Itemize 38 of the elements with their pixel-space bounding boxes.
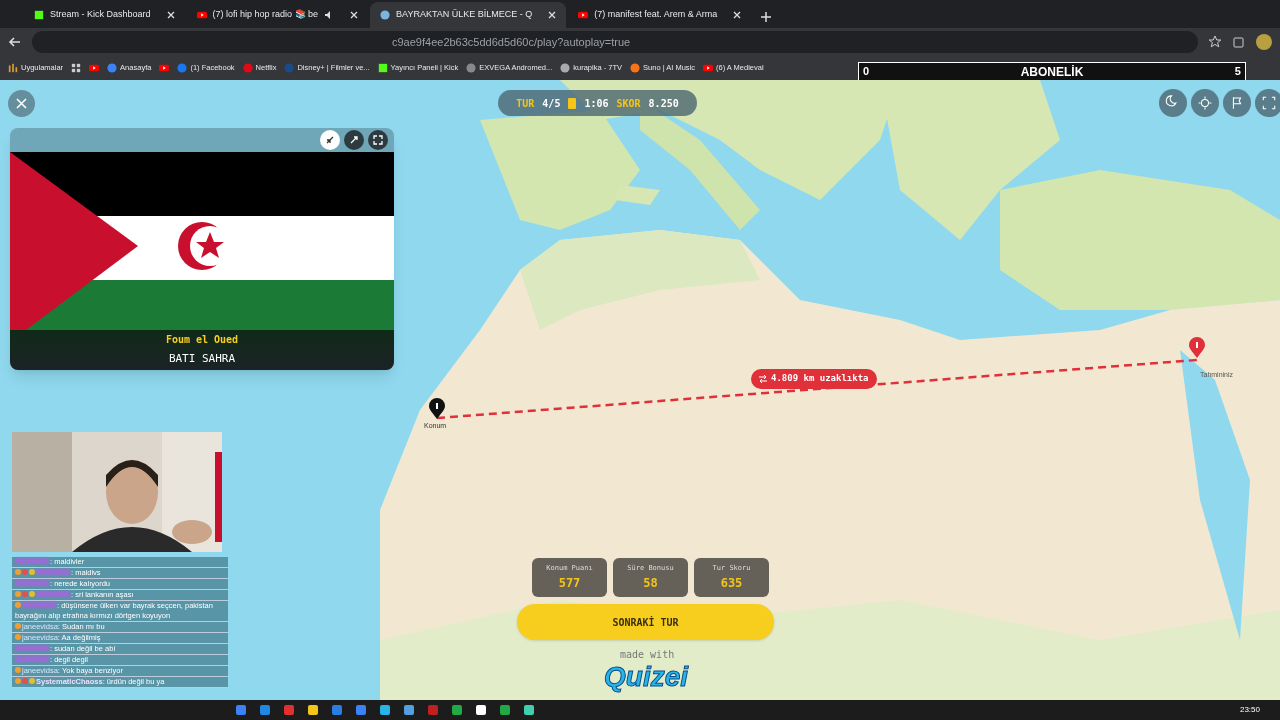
youtube-icon — [578, 10, 589, 20]
back-icon[interactable] — [8, 35, 22, 49]
taskbar-app-icon[interactable] — [236, 705, 246, 715]
taskbar-app-icon[interactable] — [332, 705, 342, 715]
taskbar-app-icon[interactable] — [356, 705, 366, 715]
taskbar-app-icon[interactable] — [260, 705, 270, 715]
taskbar-app-icon[interactable] — [380, 705, 390, 715]
youtube-icon[interactable] — [159, 63, 170, 73]
star-icon[interactable] — [1208, 35, 1222, 49]
subscription-title: ABONELİK — [1020, 63, 1084, 81]
goal-target: 5 — [1234, 64, 1241, 80]
taskbar-app-icon[interactable] — [476, 705, 486, 715]
close-tab-icon[interactable] — [548, 11, 557, 19]
youtube-icon — [703, 63, 714, 73]
taskbar-app-icon[interactable] — [452, 705, 462, 715]
youtube-icon — [196, 10, 207, 20]
browser-tab[interactable]: (7) manifest feat. Arem & Arma — [568, 2, 752, 28]
taskbar-app-icon[interactable] — [524, 705, 534, 715]
taskbar-app-icon[interactable] — [404, 705, 414, 715]
taskbar-app-icon[interactable] — [500, 705, 510, 715]
taskbar-app-icon[interactable] — [428, 705, 438, 715]
browser-tab[interactable]: Stream - Kick Dashboard — [24, 2, 185, 28]
browser-tab[interactable]: (7) lofi hip hop radio 📚 be — [186, 2, 369, 28]
extensions-icon[interactable] — [1232, 35, 1246, 49]
apps-icon — [8, 63, 18, 73]
youtube-icon[interactable] — [89, 63, 100, 73]
address-bar[interactable]: c9ae9f4ee2b63c5dd6d5d60c/play?autoplay=true — [32, 31, 1198, 53]
browser-tab[interactable]: BAYRAKTAN ÜLKE BİLMECE - Q — [370, 2, 567, 28]
close-tab-icon[interactable] — [166, 11, 175, 19]
close-tab-icon[interactable] — [733, 11, 742, 19]
grid-icon[interactable] — [71, 63, 82, 73]
profile-avatar[interactable] — [1256, 34, 1272, 50]
taskbar-app-icon[interactable] — [284, 705, 294, 715]
clock-time: 23:50 — [1239, 704, 1260, 716]
new-tab-icon[interactable] — [761, 12, 772, 22]
taskbar-app-icon[interactable] — [308, 705, 318, 715]
goal-start: 0 — [863, 64, 870, 80]
close-tab-icon[interactable] — [350, 11, 359, 19]
